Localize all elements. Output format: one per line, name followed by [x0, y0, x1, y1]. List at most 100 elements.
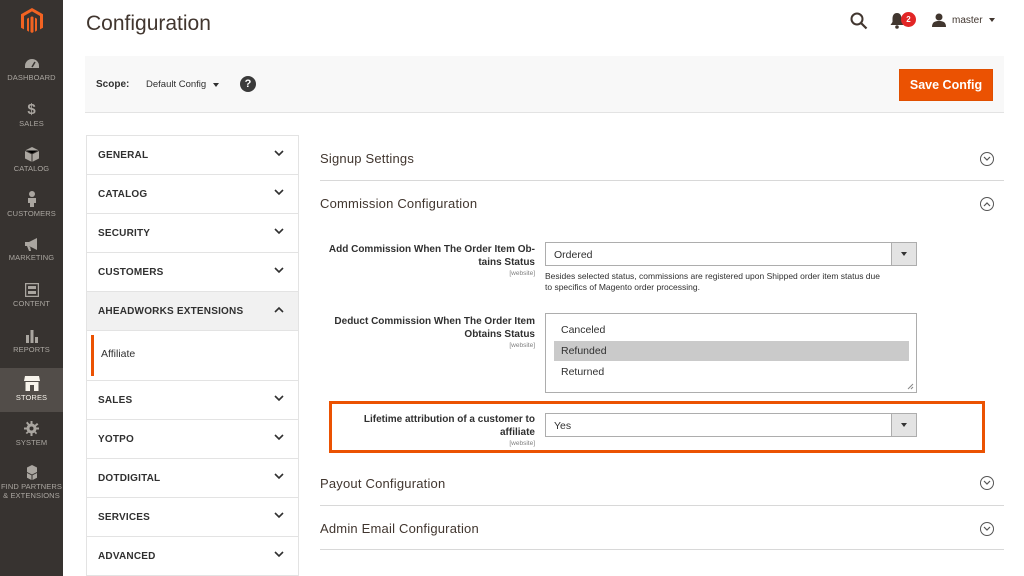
- user-name: master: [952, 14, 983, 26]
- expand-icon: [980, 522, 994, 536]
- config-tabs: GENERAL CATALOG SECURITY CUSTOMERS AHEAD…: [86, 135, 299, 576]
- label-line: Obtains Status: [464, 329, 535, 340]
- section-title[interactable]: Commission Configuration: [320, 196, 477, 211]
- dashboard-icon: [24, 59, 39, 68]
- tab-label: YOTPO: [98, 434, 135, 445]
- megaphone-icon: [24, 238, 37, 251]
- help-icon[interactable]: ?: [240, 76, 256, 92]
- chevron-down-icon: [988, 18, 995, 22]
- nav-label: CONTENT: [13, 299, 50, 308]
- tab-label: AHEADWORKS EXTENSIONS: [98, 306, 244, 317]
- nav-label: MARKETING: [8, 253, 55, 262]
- nav-reports[interactable]: REPORTS: [0, 329, 63, 363]
- collapse-icon[interactable]: [980, 197, 994, 211]
- highlight-box: [329, 401, 985, 453]
- chevron-down-icon: [274, 512, 284, 519]
- nav-label: CATALOG: [13, 164, 50, 173]
- nav-stores[interactable]: STORES: [0, 368, 63, 412]
- app-root: DASHBOARD $ SALES CATALOG CUSTOMERS MARK…: [0, 0, 1024, 576]
- tab-label: GENERAL: [98, 150, 149, 161]
- tab-label: SERVICES: [98, 512, 150, 523]
- label-line: Add Commission When The Order Item Ob-: [328, 244, 535, 255]
- chevron-down-icon: [274, 551, 284, 558]
- section-title: Payout Configuration: [320, 476, 446, 491]
- scope-hint: [website]: [509, 270, 535, 277]
- user-icon: [932, 13, 946, 27]
- storefront-icon: [23, 376, 40, 391]
- chevron-down-icon: [274, 189, 284, 196]
- nav-sales[interactable]: $ SALES: [0, 102, 63, 136]
- select-value: Ordered: [554, 249, 593, 261]
- tab-label: CUSTOMERS: [98, 267, 164, 278]
- notifications-badge: 2: [901, 12, 916, 27]
- dollar-icon: $: [27, 101, 36, 118]
- multiselect-option[interactable]: Canceled: [554, 320, 909, 340]
- tab-item-affiliate[interactable]: Affiliate: [87, 331, 298, 381]
- note-line: to specifics of Magento order processing…: [545, 282, 700, 292]
- tab-advanced[interactable]: ADVANCED: [87, 537, 298, 576]
- tab-customers[interactable]: CUSTOMERS: [87, 253, 298, 292]
- section-payout-configuration[interactable]: Payout Configuration: [320, 462, 1004, 506]
- scope-switcher[interactable]: Default Config: [146, 79, 206, 90]
- tab-services[interactable]: SERVICES: [87, 498, 298, 537]
- nav-customers[interactable]: CUSTOMERS: [0, 191, 63, 225]
- nav-system[interactable]: SYSTEM: [0, 421, 63, 455]
- tab-label: ADVANCED: [98, 551, 156, 562]
- scope-label: Scope:: [96, 79, 130, 90]
- tab-aheadworks-extensions[interactable]: AHEADWORKS EXTENSIONS: [87, 292, 298, 331]
- tab-catalog[interactable]: CATALOG: [87, 175, 298, 214]
- active-indicator: [91, 335, 94, 376]
- nav-label: STORES: [15, 393, 48, 402]
- expand-icon: [980, 476, 994, 490]
- search-icon: [850, 12, 868, 30]
- tab-security[interactable]: SECURITY: [87, 214, 298, 253]
- nav-dashboard[interactable]: DASHBOARD: [0, 58, 63, 92]
- admin-sidebar: DASHBOARD $ SALES CATALOG CUSTOMERS MARK…: [0, 0, 63, 576]
- search-button[interactable]: [850, 12, 868, 35]
- note-line: Besides selected status, commissions are…: [545, 271, 880, 281]
- chevron-up-icon: [274, 306, 284, 313]
- nav-label-line2: & EXTENSIONS: [3, 491, 60, 500]
- box-icon: [24, 147, 39, 162]
- cubes-icon: [26, 465, 37, 480]
- chevron-down-icon: [274, 228, 284, 235]
- nav-find-partners[interactable]: FIND PARTNERS & EXTENSIONS: [0, 465, 63, 507]
- section-signup-settings[interactable]: Signup Settings: [320, 138, 1004, 181]
- tab-item-label: Affiliate: [101, 348, 136, 360]
- section-admin-email-configuration[interactable]: Admin Email Configuration: [320, 506, 1004, 550]
- gear-icon: [24, 421, 39, 436]
- nav-label: CUSTOMERS: [7, 209, 56, 218]
- field-note: Besides selected status, commissions are…: [545, 271, 945, 293]
- chevron-down-icon: [274, 150, 284, 157]
- user-menu[interactable]: master: [932, 13, 995, 27]
- chevron-down-icon: [274, 473, 284, 480]
- multiselect-option[interactable]: Returned: [554, 362, 909, 382]
- multiselect-option-selected[interactable]: Refunded: [554, 341, 909, 361]
- scope-bar: Scope: Default Config ? Save Config: [85, 56, 1004, 113]
- chevron-down-icon[interactable]: [213, 83, 219, 87]
- page-title: Configuration: [86, 12, 211, 35]
- tab-sales[interactable]: SALES: [87, 381, 298, 420]
- nav-content[interactable]: CONTENT: [0, 283, 63, 317]
- nav-marketing[interactable]: MARKETING: [0, 238, 63, 272]
- bar-chart-icon: [25, 330, 38, 343]
- nav-label: FIND PARTNERS: [0, 482, 63, 491]
- nav-label: REPORTS: [13, 345, 50, 354]
- tab-yotpo[interactable]: YOTPO: [87, 420, 298, 459]
- resize-handle-icon[interactable]: [907, 383, 914, 390]
- tab-label: SECURITY: [98, 228, 151, 239]
- save-config-button[interactable]: Save Config: [899, 69, 993, 101]
- chevron-down-icon: [274, 434, 284, 441]
- section-title: Admin Email Configuration: [320, 521, 479, 536]
- section-title: Signup Settings: [320, 151, 415, 166]
- tab-label: CATALOG: [98, 189, 148, 200]
- nav-label: SALES: [19, 119, 44, 128]
- nav-catalog[interactable]: CATALOG: [0, 147, 63, 181]
- add-commission-select[interactable]: Ordered: [545, 242, 917, 266]
- chevron-down-icon: [274, 395, 284, 402]
- tab-dotdigital[interactable]: DOTDIGITAL: [87, 459, 298, 498]
- magento-logo[interactable]: [0, 0, 63, 42]
- deduct-commission-multiselect[interactable]: Canceled Refunded Returned: [545, 313, 917, 393]
- tab-general[interactable]: GENERAL: [87, 136, 298, 175]
- dropdown-arrow-icon[interactable]: [891, 243, 916, 265]
